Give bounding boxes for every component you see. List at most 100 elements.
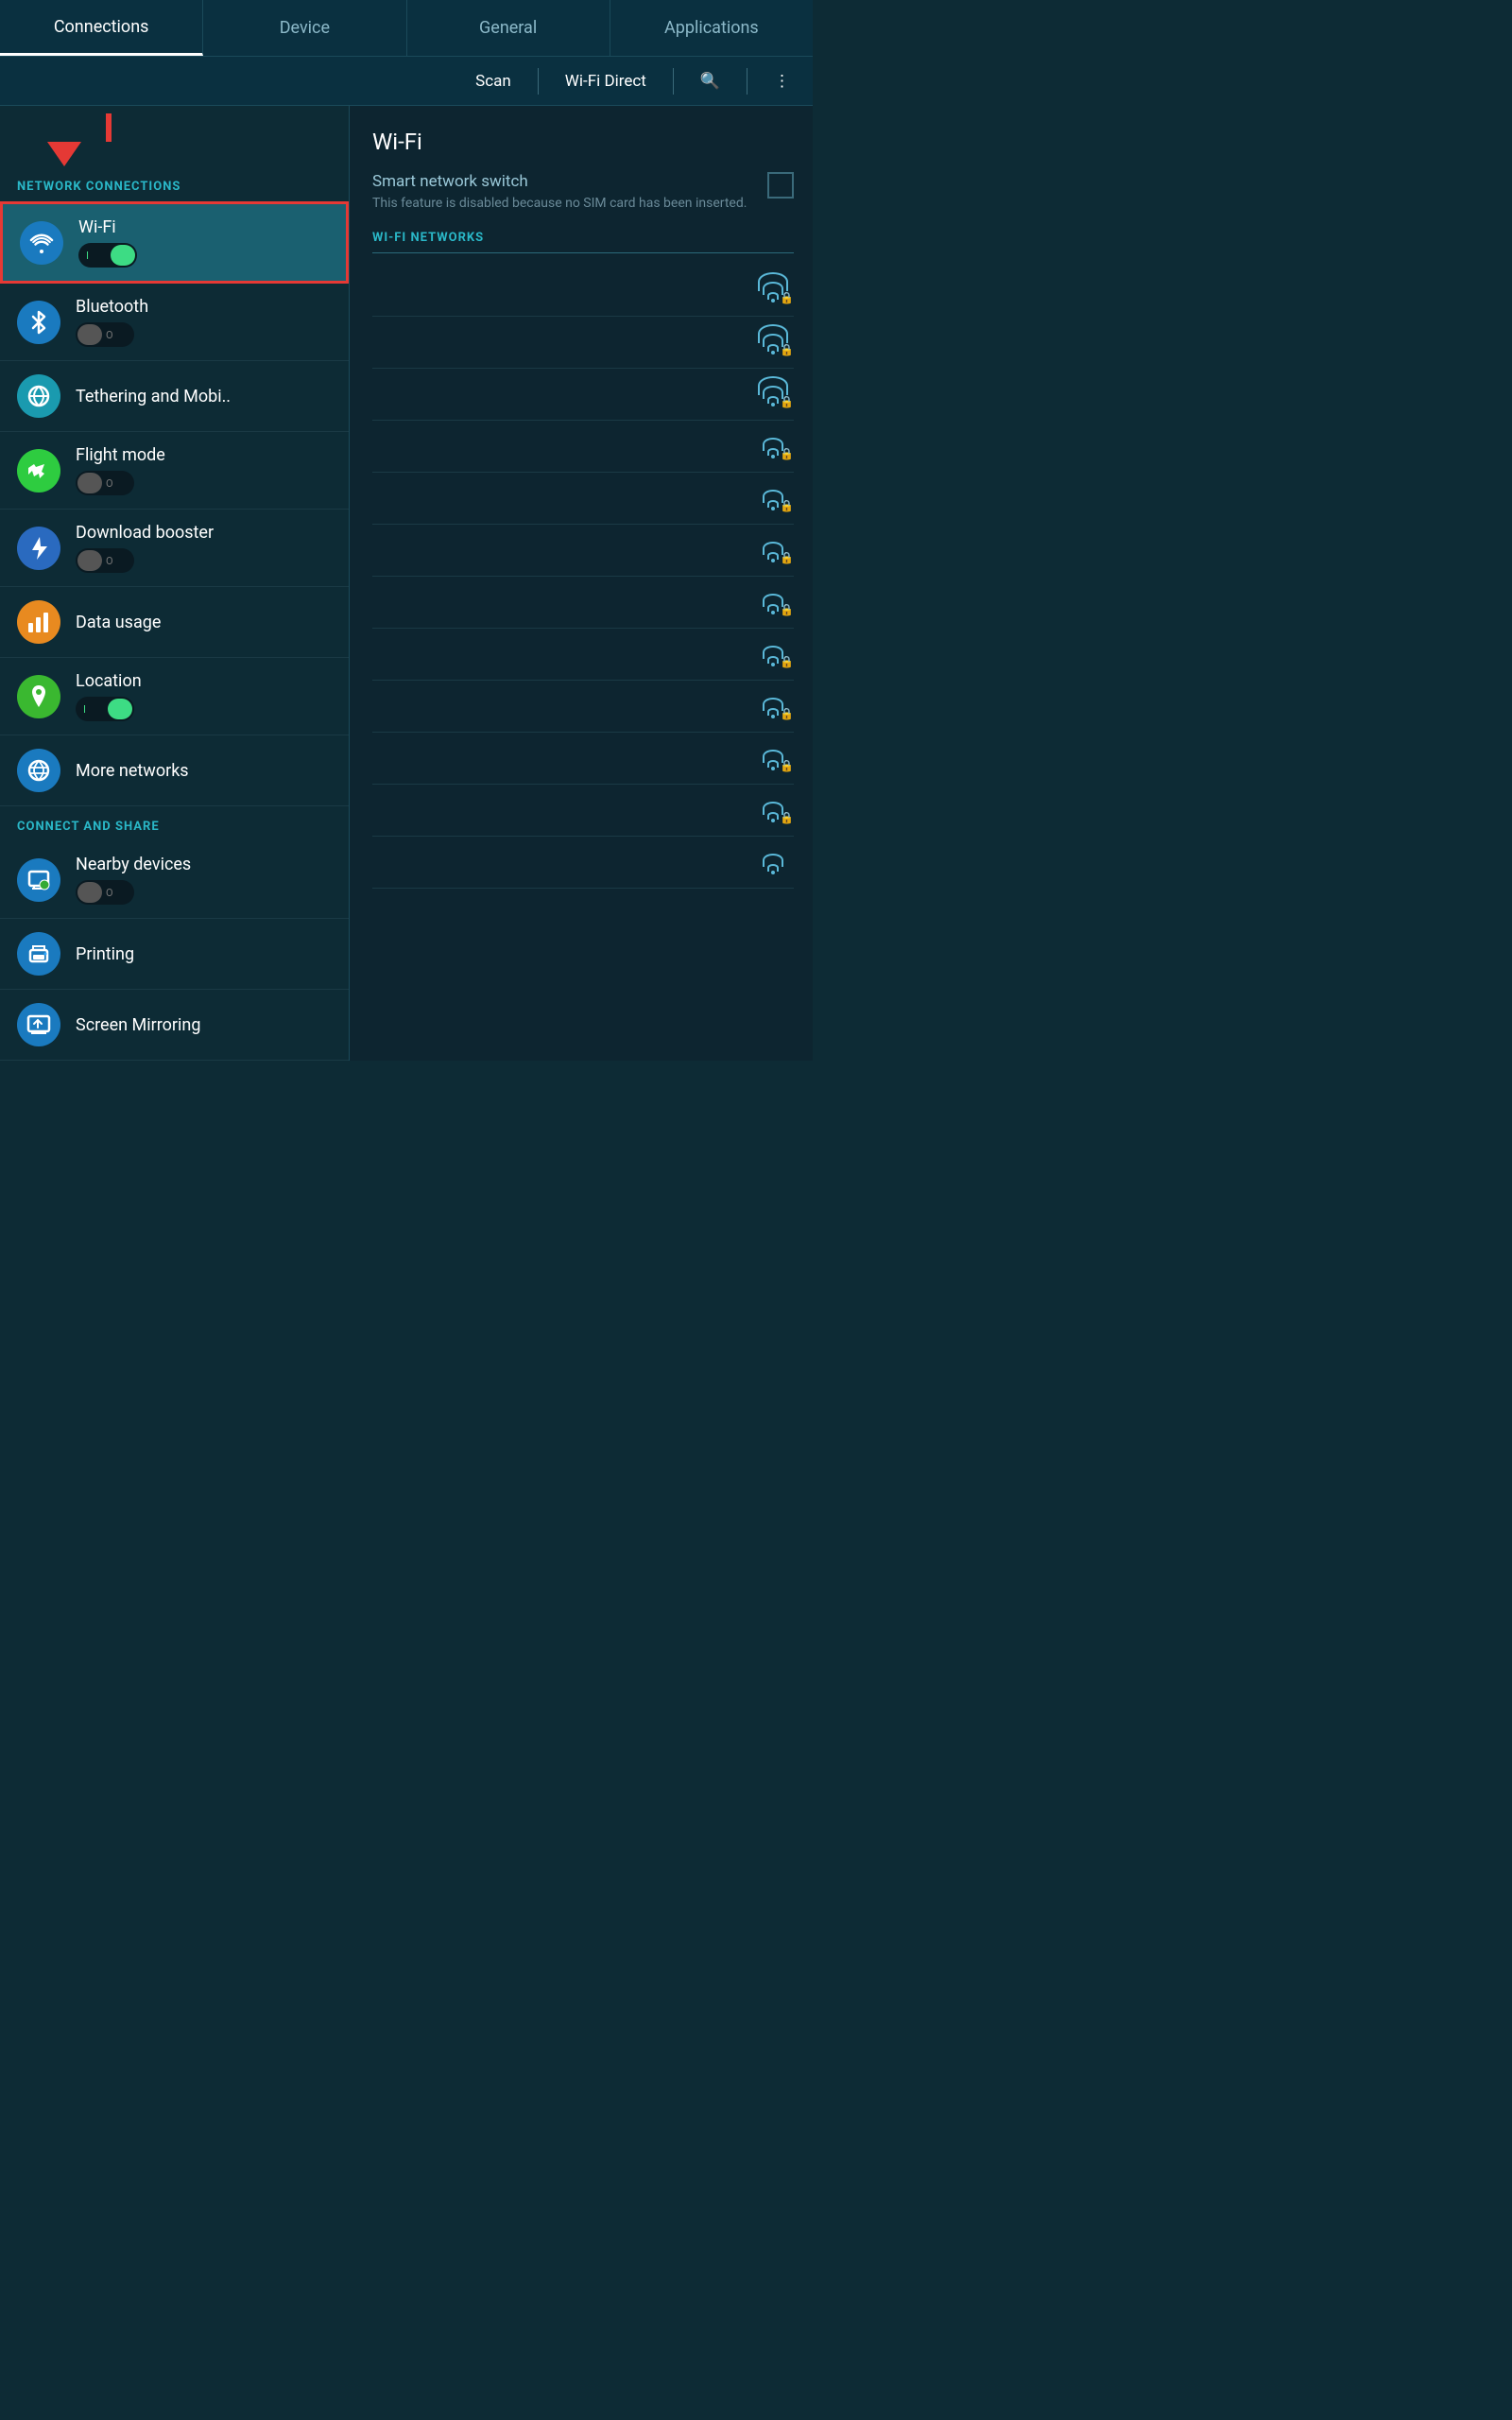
location-text-block: Location I [76,671,142,721]
tethering-icon [17,374,60,418]
printing-text-block: Printing [76,944,134,964]
mirroring-label: Screen Mirroring [76,1015,200,1035]
location-toggle[interactable]: I [76,697,134,721]
arrow-annotation [0,106,349,166]
nearby-toggle[interactable]: O [76,880,134,905]
tab-device[interactable]: Device [203,0,406,56]
sidebar-item-data-usage[interactable]: Data usage [0,587,349,658]
smart-switch-sub: This feature is disabled because no SIM … [372,195,756,214]
wifi-signal-icon-7: 🔒 [756,590,790,614]
tethering-text-block: Tethering and Mobi.. [76,387,231,406]
bluetooth-text-block: Bluetooth O [76,297,148,347]
wifi-network-item-6[interactable]: 🔒 [372,525,794,577]
smart-switch-row: Smart network switch This feature is dis… [372,172,794,214]
sidebar-item-nearby[interactable]: Nearby devices O [0,841,349,919]
print-icon [17,932,60,976]
data-usage-icon [17,600,60,644]
flight-toggle[interactable]: O [76,471,134,495]
bluetooth-icon [17,301,60,344]
wifi-network-item-11[interactable]: 🔒 [372,785,794,837]
wifi-network-item-1[interactable]: 🔒 [372,265,794,317]
wifi-network-item-12[interactable] [372,837,794,889]
wifi-network-item-10[interactable]: 🔒 [372,733,794,785]
toolbar: Scan Wi-Fi Direct 🔍 ⋮ [0,57,813,106]
wifi-direct-button[interactable]: Wi-Fi Direct [558,68,654,95]
content-title: Wi-Fi [372,129,794,155]
wifi-label: Wi-Fi [78,217,137,237]
more-networks-label: More networks [76,761,189,781]
wifi-signal-icon-11: 🔒 [756,798,790,822]
search-icon[interactable]: 🔍 [693,68,728,95]
location-icon [17,675,60,718]
location-label: Location [76,671,142,691]
main-layout: NETWORK CONNECTIONS Wi-Fi I [0,106,813,1061]
data-usage-text-block: Data usage [76,613,161,632]
divider [538,68,539,95]
more-networks-text-block: More networks [76,761,189,781]
wifi-network-item-4[interactable]: 🔒 [372,421,794,473]
wifi-signal-icon-2: 🔒 [756,330,790,354]
bluetooth-label: Bluetooth [76,297,148,317]
tab-general[interactable]: General [407,0,610,56]
wifi-signal-icon-4: 🔒 [756,434,790,458]
smart-switch-label: Smart network switch [372,172,756,191]
wifi-network-item-2[interactable]: 🔒 [372,317,794,369]
tethering-label: Tethering and Mobi.. [76,387,231,406]
sidebar-item-tethering[interactable]: Tethering and Mobi.. [0,361,349,432]
bluetooth-toggle-knob [77,324,102,345]
wifi-networks-label: WI-FI NETWORKS [372,231,794,253]
sidebar-item-flight[interactable]: Flight mode O [0,432,349,510]
smart-switch-checkbox[interactable] [767,172,794,199]
top-tab-bar: Connections Device General Applications [0,0,813,57]
download-label: Download booster [76,523,214,543]
more-icon[interactable]: ⋮ [766,68,798,95]
download-toggle[interactable]: O [76,548,134,573]
data-usage-label: Data usage [76,613,161,632]
bluetooth-toggle[interactable]: O [76,322,134,347]
wifi-signal-icon-10: 🔒 [756,746,790,770]
more-networks-icon [17,749,60,792]
tab-applications[interactable]: Applications [610,0,813,56]
sidebar-item-printing[interactable]: Printing [0,919,349,990]
download-text-block: Download booster O [76,523,214,573]
nearby-label: Nearby devices [76,855,191,874]
download-icon [17,527,60,570]
section-connect-share: CONNECT AND SHARE [0,806,349,841]
nearby-text-block: Nearby devices O [76,855,191,905]
wifi-toggle[interactable]: I [78,243,137,268]
wifi-signal-icon-8: 🔒 [756,642,790,666]
flight-text-block: Flight mode O [76,445,165,495]
sidebar-item-mirroring[interactable]: Screen Mirroring [0,990,349,1061]
mirroring-text-block: Screen Mirroring [76,1015,200,1035]
divider2 [673,68,674,95]
wifi-signal-icon-9: 🔒 [756,694,790,718]
sidebar-item-download[interactable]: Download booster O [0,510,349,587]
wifi-signal-icon-6: 🔒 [756,538,790,562]
printing-label: Printing [76,944,134,964]
location-toggle-knob [108,699,132,719]
section-network-connections: NETWORK CONNECTIONS [0,166,349,201]
sidebar-item-location[interactable]: Location I [0,658,349,735]
wifi-network-item-9[interactable]: 🔒 [372,681,794,733]
wifi-toggle-knob [111,245,135,266]
wifi-network-item-7[interactable]: 🔒 [372,577,794,629]
mirror-icon [17,1003,60,1046]
flight-label: Flight mode [76,445,165,465]
wifi-network-item-8[interactable]: 🔒 [372,629,794,681]
wifi-signal-icon-5: 🔒 [756,486,790,510]
sidebar-item-more-networks[interactable]: More networks [0,735,349,806]
wifi-network-item-3[interactable]: 🔒 [372,369,794,421]
sidebar-item-wifi[interactable]: Wi-Fi I [0,201,349,284]
wifi-icon [20,221,63,265]
sidebar-item-bluetooth[interactable]: Bluetooth O [0,284,349,361]
download-toggle-knob [77,550,102,571]
nearby-toggle-knob [77,882,102,903]
sidebar: NETWORK CONNECTIONS Wi-Fi I [0,106,350,1061]
wifi-network-item-5[interactable]: 🔒 [372,473,794,525]
flight-toggle-knob [77,473,102,493]
tab-connections[interactable]: Connections [0,0,203,56]
wifi-text-block: Wi-Fi I [78,217,137,268]
wifi-signal-icon-12 [756,850,790,874]
wifi-signal-icon-1: 🔒 [756,278,790,302]
scan-button[interactable]: Scan [468,68,519,95]
